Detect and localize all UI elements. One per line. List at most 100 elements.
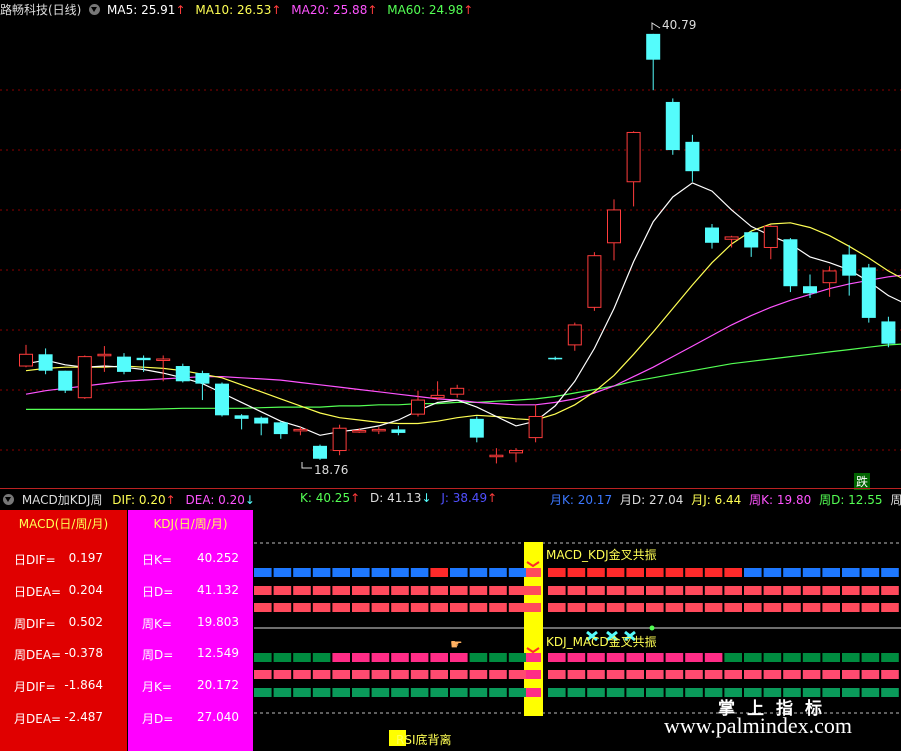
kdj-month-bar — [312, 688, 331, 697]
macd-month-bar — [665, 603, 684, 612]
kdj-week-bar — [293, 670, 311, 679]
dropdown-icon[interactable] — [89, 4, 101, 15]
kdj-week-bar — [489, 670, 507, 679]
candle-body — [548, 357, 563, 360]
kdj-month-bar — [861, 688, 880, 697]
kdj-day-bar — [254, 653, 272, 662]
macd-day-bar — [430, 568, 448, 577]
kdj-month-bar — [469, 688, 488, 697]
candle-body — [744, 232, 759, 248]
dea-readout: DEA: 0.20 — [185, 493, 245, 507]
candle-body — [881, 321, 896, 344]
candle-body — [195, 373, 210, 384]
kdj-day-bar — [273, 653, 292, 662]
macd-day-bar — [293, 568, 311, 577]
macd-day-bar — [744, 568, 762, 577]
macd-week-bar — [391, 586, 409, 595]
kdj-week-bar — [352, 670, 370, 679]
macd-day-bar — [469, 568, 488, 577]
macd-week-bar — [371, 586, 390, 595]
candle-body — [175, 366, 190, 382]
ma20-line — [25, 274, 901, 406]
kdj-day-bar — [861, 653, 880, 662]
kdj-week-bar — [606, 670, 625, 679]
macd-week-bar — [489, 586, 507, 595]
macd-month-bar — [352, 603, 370, 612]
macd-week-bar — [352, 586, 370, 595]
macd-week-bar — [685, 586, 703, 595]
macd-month-bar — [802, 603, 821, 612]
macd-week-bar — [312, 586, 331, 595]
rsi-legend-label: RSI底背离 — [396, 733, 452, 747]
kdj-week-bar — [587, 670, 605, 679]
kdj-month-bar — [842, 688, 860, 697]
kdj-week-bar — [724, 670, 742, 679]
macd-week-bar — [626, 586, 644, 595]
macd-month-bar — [822, 603, 840, 612]
macd-month-bar — [489, 603, 507, 612]
macd-month-bar — [685, 603, 703, 612]
kdj-week-bar — [391, 670, 409, 679]
kdj-day-bar — [469, 653, 488, 662]
kdj-week-bar — [881, 670, 899, 679]
candle-body — [783, 239, 798, 287]
macd-day-bar — [508, 568, 527, 577]
kdj-day-bar — [763, 653, 782, 662]
macd-week-bar — [567, 586, 586, 595]
macd-day-bar — [665, 568, 684, 577]
highlight-bar — [526, 586, 541, 595]
kdj-day-bar — [783, 653, 801, 662]
kdj-day-bar — [802, 653, 821, 662]
kdj-day-bar — [646, 653, 664, 662]
month-d-readout: 月D: 27.04 — [619, 493, 684, 507]
j-readout: J: 38.49 — [441, 491, 488, 505]
kdj-week-bar — [430, 670, 448, 679]
macd-week-bar — [293, 586, 311, 595]
kdj-day-bar — [332, 653, 350, 662]
macd-day-bar — [606, 568, 625, 577]
stock-chart-window: { "header": { "title": "路畅科技(日线)", "ma5"… — [0, 0, 901, 751]
kdj-day-bar — [548, 653, 566, 662]
kdj-month-bar — [508, 688, 527, 697]
ma60-readout: MA60: 24.98 — [387, 3, 464, 17]
candle-body — [607, 209, 621, 244]
macd-week-bar — [469, 586, 488, 595]
kdj-day-bar — [881, 653, 899, 662]
macd-month-bar — [881, 603, 899, 612]
macd-month-bar — [567, 603, 586, 612]
kdj-month-bar — [881, 688, 899, 697]
macd-day-bar — [450, 568, 468, 577]
candle-body — [626, 131, 641, 183]
down-arrow-icon: ↓ — [244, 493, 255, 507]
kdj-day-bar — [567, 653, 586, 662]
month-k-readout: 月K: 20.17 — [550, 493, 613, 507]
week-k-readout: 周K: 19.80 — [749, 493, 812, 507]
macd-day-bar — [371, 568, 390, 577]
up-arrow-icon: ↑ — [165, 493, 176, 507]
kdj-day-bar — [371, 653, 390, 662]
kdj-day-bar — [842, 653, 860, 662]
dropdown-icon[interactable] — [3, 494, 14, 505]
highlight-bar — [526, 568, 541, 577]
period-kdj-header: 月K: 20.17 月D: 27.04 月J: 6.44 周K: 19.80 周… — [550, 491, 901, 508]
kdj-day-bar — [391, 653, 409, 662]
kdj-day-bar — [724, 653, 742, 662]
macd-week-bar — [646, 586, 664, 595]
ma5-line — [25, 182, 901, 436]
macd-month-bar — [312, 603, 331, 612]
candle-body — [587, 255, 602, 308]
macd-day-bar — [822, 568, 840, 577]
macd-day-bar — [273, 568, 292, 577]
macd-day-bar — [352, 568, 370, 577]
candlestick-chart[interactable] — [0, 16, 901, 488]
candle-body — [803, 286, 817, 294]
macd-month-bar — [783, 603, 801, 612]
macd-week-bar — [822, 586, 840, 595]
kdj-week-bar — [646, 670, 664, 679]
macd-week-bar — [254, 586, 272, 595]
kdj-day-bar — [508, 653, 527, 662]
macd-month-bar — [861, 603, 880, 612]
kdj-week-bar — [508, 670, 527, 679]
macd-day-bar — [587, 568, 605, 577]
kdj-month-bar — [626, 688, 644, 697]
